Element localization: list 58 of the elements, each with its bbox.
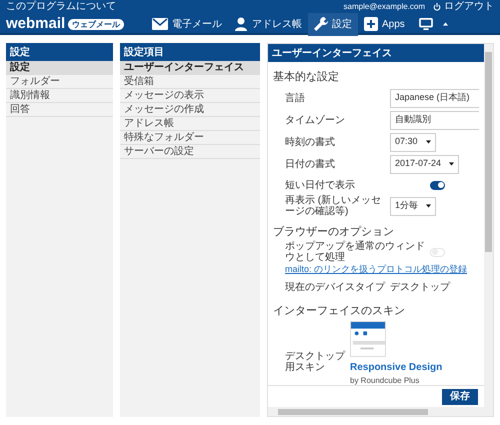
logout-link[interactable]: ログアウト xyxy=(433,0,494,14)
list-item[interactable]: アドレス帳 xyxy=(120,117,260,131)
dropdown[interactable]: 2017-07-24 xyxy=(390,154,460,174)
setting-label: 日付の書式 xyxy=(285,158,336,170)
list-item[interactable]: フォルダー xyxy=(6,75,113,89)
nav-tab[interactable]: 電子メール xyxy=(146,13,228,36)
logo-text: webmail xyxy=(6,14,66,34)
section-title: ブラウザーのオプション xyxy=(273,224,395,240)
protocol-link[interactable]: mailto: のリンクを扱うプロトコル処理の登録 xyxy=(285,263,468,277)
input-field[interactable]: Japanese (日本語) xyxy=(390,88,479,108)
list-item[interactable]: サーバーの設定 xyxy=(120,145,260,159)
user-email: sample@example.com xyxy=(344,0,425,12)
list-item[interactable]: 受信箱 xyxy=(120,75,260,89)
panel-header: ユーザーインターフェイス xyxy=(268,44,484,62)
input-field[interactable]: 自動識別 xyxy=(390,110,479,130)
save-button[interactable]: 保存 xyxy=(442,388,478,404)
nav-tab[interactable]: Apps xyxy=(358,13,411,36)
dropdown[interactable]: 07:30 xyxy=(390,132,436,152)
wrench-icon xyxy=(314,17,328,32)
list-item[interactable]: ユーザーインターフェイス xyxy=(120,61,260,75)
person-icon xyxy=(234,17,248,32)
setting-label: 短い日付で表示 xyxy=(285,180,356,190)
panel-header: 設定 xyxy=(6,43,113,61)
nav-tab[interactable]: 設定 xyxy=(308,13,358,36)
list-item[interactable]: 識別情報 xyxy=(6,89,113,103)
caret-icon xyxy=(426,140,431,144)
horizontal-scrollbar[interactable] xyxy=(268,407,484,416)
panel-header: 設定項目 xyxy=(120,43,260,61)
setting-label: 現在のデバイスタイプ xyxy=(285,282,386,292)
setting-label: 言語 xyxy=(285,92,306,104)
caret-up-icon[interactable] xyxy=(442,22,448,26)
setting-label: デスクトップ用スキン xyxy=(285,351,346,373)
setting-label: ポップアップを通常のウィンドウとして処理 xyxy=(285,241,426,263)
setting-label: 再表示 (新しいメッセージの確認等) xyxy=(285,195,382,217)
dropdown[interactable]: 1分毎 xyxy=(390,196,436,216)
caret-icon xyxy=(426,204,432,208)
nav-tab[interactable]: アドレス帳 xyxy=(228,13,308,36)
list-item[interactable]: メッセージの作成 xyxy=(120,103,260,117)
list-item[interactable]: 設定 xyxy=(6,61,113,75)
setting-label: 時刻の書式 xyxy=(285,136,336,148)
section-title: 基本的な設定 xyxy=(273,70,340,84)
about-link[interactable]: このプログラムについて xyxy=(6,0,116,14)
list-item[interactable]: 回答 xyxy=(6,103,113,117)
section-title: インターフェイスのスキン xyxy=(273,304,406,318)
setting-label: タイムゾーン xyxy=(285,114,346,126)
mail-icon xyxy=(152,18,168,30)
skin-name[interactable]: Responsive Design xyxy=(350,360,442,375)
power-icon xyxy=(433,2,441,10)
plus-icon xyxy=(364,17,378,32)
monitor-icon[interactable] xyxy=(418,18,433,30)
skin-author: by Roundcube Plus xyxy=(350,375,420,385)
list-item[interactable]: 特殊なフォルダー xyxy=(120,131,260,145)
toggle-switch[interactable] xyxy=(430,180,445,190)
logo-badge: ウェブメール xyxy=(68,18,124,30)
caret-icon xyxy=(449,162,454,166)
device-type: デスクトップ xyxy=(390,280,450,294)
vertical-scrollbar[interactable] xyxy=(484,44,493,416)
list-item[interactable]: メッセージの表示 xyxy=(120,89,260,103)
